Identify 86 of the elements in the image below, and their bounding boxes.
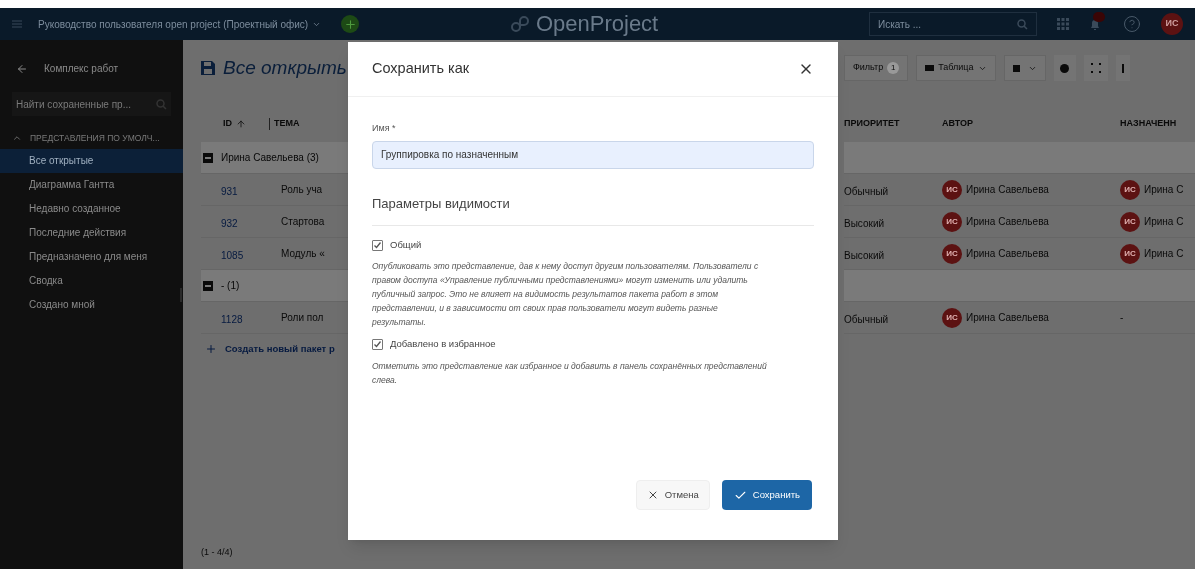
pagination-info: (1 - 4/4) (201, 545, 234, 559)
user-name: Ирина Савельева (966, 215, 1049, 229)
plus-icon (343, 17, 357, 31)
avatar: ИС (942, 307, 962, 328)
search-icon (1017, 18, 1028, 30)
user-name: Ирина С (1144, 215, 1184, 229)
checkbox[interactable] (372, 338, 383, 350)
add-button[interactable] (341, 15, 360, 33)
notification-badge (1093, 12, 1105, 22)
table-cell-text: Роли пол (281, 311, 324, 325)
search-field[interactable]: Искать ... (869, 12, 1037, 36)
sidebar-item[interactable]: Сводка (0, 268, 183, 293)
option-description: Отметить это представление как избранное и добавить в панель сохранённых представлений слева. (372, 359, 768, 387)
user-name: Ирина Савельева (966, 247, 1049, 261)
table-cell-text: - (1120, 311, 1124, 325)
section-title: Параметры видимости (372, 193, 814, 226)
search-icon (156, 98, 167, 110)
field-label: Имя * (372, 122, 397, 135)
option-description: Опубликовать это представление, дав к нему доступ другим пользователям. Пользователи с правом доступа «Управление публичными представлениями» могут изменить или удалить публичный запрос. Это не влияет на видимость результатов пакета работ в этом представлении, и в зависимости от своих прав пользователи могут видеть разные результаты. (372, 260, 760, 330)
table-cell: Обычный (844, 185, 889, 197)
group-label: Ирина Савельева (3) (221, 151, 319, 165)
expand-button[interactable] (1083, 55, 1108, 81)
avatar: ИС (1120, 179, 1140, 200)
column-header[interactable]: ТЕМА (274, 117, 300, 131)
column-header[interactable]: ID (223, 117, 232, 131)
table-cell-text: Стартова (281, 215, 325, 229)
id-link[interactable]: 931 (221, 185, 238, 197)
avatar: ИС (1120, 243, 1140, 264)
view-button[interactable]: Таблица (916, 55, 996, 81)
avatar: ИС (1120, 211, 1140, 232)
sidebar-item[interactable]: Диаграмма Гантта (0, 172, 183, 197)
avatar: ИС (942, 211, 962, 232)
filter-button[interactable]: Фильтр 1 (844, 55, 909, 81)
table-cell: Высокий (844, 249, 885, 261)
column-header[interactable]: НАЗНАЧЕНН (1120, 118, 1177, 129)
avatar: ИС (942, 179, 962, 200)
project-selector[interactable]: Руководство пользователя open project (Проектный офис) (38, 16, 322, 32)
back-link[interactable]: Комплекс работ (0, 61, 135, 76)
save-icon (201, 61, 215, 75)
user-name: Ирина Савельева (966, 183, 1049, 197)
group-label: - (1) (221, 279, 240, 293)
sidebar-item[interactable]: Предназначено для меня (0, 244, 183, 269)
sidebar-item[interactable]: Создано мной (0, 292, 183, 317)
collapse-icon[interactable] (203, 152, 213, 163)
save-button[interactable]: Сохранить (721, 480, 812, 510)
expand-icon (1090, 63, 1101, 73)
id-link[interactable]: 1085 (221, 249, 244, 261)
sidebar-search-field[interactable]: Найти сохраненные пр... (12, 92, 171, 116)
resize-handle[interactable] (180, 288, 182, 302)
table-cell-text: Роль уча (281, 183, 323, 197)
avatar: ИС (942, 243, 962, 264)
plus-icon (205, 343, 217, 355)
name-input[interactable]: Группировка по назначенным (372, 140, 814, 169)
table-cell-text: Модуль « (281, 247, 325, 261)
section-header[interactable]: ПРЕДСТАВЛЕНИЯ ПО УМОЛЧ... (0, 132, 172, 145)
user-name: Ирина Савельева (966, 311, 1049, 325)
id-link[interactable]: 1128 (221, 313, 243, 325)
more-button[interactable] (1115, 55, 1130, 81)
collapse-icon[interactable] (203, 280, 213, 291)
checkbox[interactable] (372, 239, 383, 251)
table-cell: Обычный (844, 313, 889, 325)
sort-arrow-icon (236, 119, 246, 129)
group-button[interactable] (1003, 55, 1046, 81)
info-button[interactable] (1053, 55, 1076, 81)
user-name: Ирина С (1144, 247, 1184, 261)
help-icon[interactable] (1123, 15, 1141, 33)
table-cell: Высокий (844, 217, 885, 229)
id-link[interactable]: 932 (221, 217, 238, 229)
option-label: Добавлено в избранное (390, 337, 496, 352)
dialog-title: Сохранить как (372, 59, 470, 79)
table-icon (925, 65, 935, 71)
column-header[interactable]: ПРИОРИТЕТ (844, 118, 900, 129)
create-link[interactable]: Создать новый пакет р (201, 334, 348, 364)
logo-icon (509, 15, 532, 33)
page-title: Все открыть (223, 55, 347, 80)
arrow-left-icon (16, 62, 28, 75)
user-name: Ирина С (1144, 183, 1184, 197)
user-avatar[interactable]: ИС (1161, 13, 1183, 35)
column-header[interactable]: АВТОР (942, 118, 973, 129)
logo-text: OpenProject (535, 13, 659, 35)
cancel-button[interactable]: Отмена (635, 480, 710, 510)
option-label: Общий (390, 238, 422, 252)
sidebar-item[interactable]: Последние действия (0, 220, 183, 245)
sidebar-item[interactable]: Недавно созданное (0, 196, 183, 221)
filter-count: 1 (887, 62, 900, 74)
sidebar-item[interactable]: Все открытые (0, 148, 183, 173)
